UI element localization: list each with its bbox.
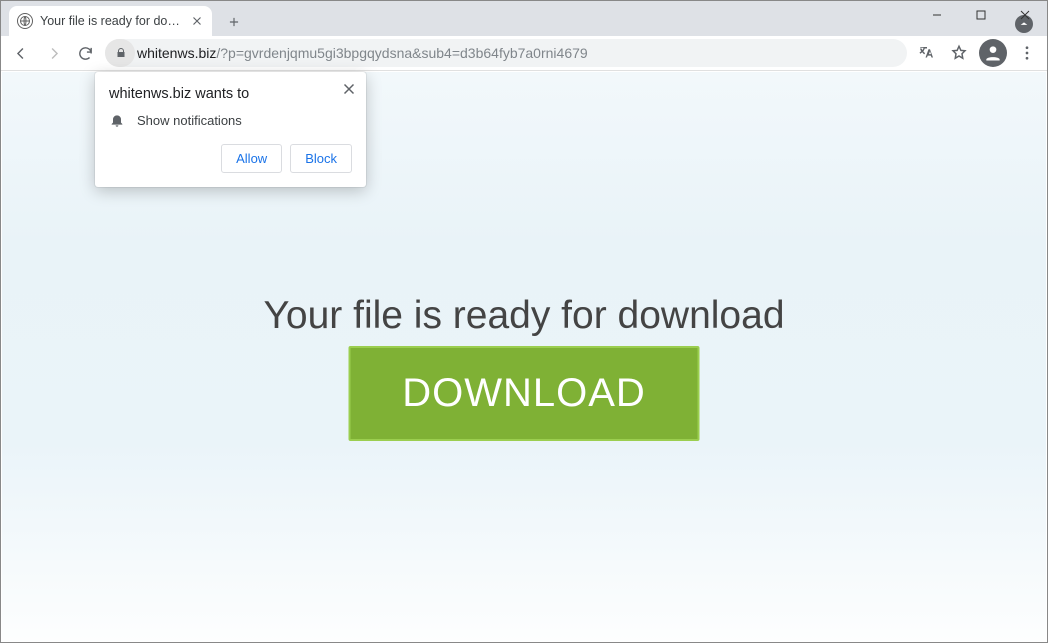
close-window-button[interactable] (1003, 1, 1047, 29)
address-bar[interactable]: whitenws.biz/?p=gvrdenjqmu5gi3bpgqydsna&… (105, 39, 907, 67)
site-info-chip[interactable] (105, 39, 135, 67)
url-path: /?p=gvrdenjqmu5gi3bpgqydsna&sub4=d3b64fy… (216, 45, 587, 61)
forward-button[interactable] (39, 39, 67, 67)
lock-icon (115, 47, 127, 59)
bookmark-icon[interactable] (945, 39, 973, 67)
minimize-button[interactable] (915, 1, 959, 29)
notification-permission-dialog: whitenws.biz wants to Show notifications… (95, 72, 366, 187)
globe-icon (17, 13, 33, 29)
browser-toolbar: whitenws.biz/?p=gvrdenjqmu5gi3bpgqydsna&… (1, 36, 1047, 71)
menu-icon[interactable] (1013, 39, 1041, 67)
new-tab-button[interactable] (220, 8, 248, 36)
tab-title: Your file is ready for download (40, 14, 183, 28)
page-headline: Your file is ready for download (2, 294, 1046, 338)
window-controls (915, 1, 1047, 29)
back-button[interactable] (7, 39, 35, 67)
permission-capability-text: Show notifications (137, 113, 242, 128)
profile-avatar[interactable] (979, 39, 1007, 67)
tab-strip: Your file is ready for download (1, 1, 1047, 36)
close-dialog-button[interactable] (340, 80, 358, 98)
url-host: whitenws.biz (137, 45, 216, 61)
reload-button[interactable] (71, 39, 99, 67)
permission-origin-text: whitenws.biz wants to (109, 86, 352, 102)
browser-tab[interactable]: Your file is ready for download (9, 6, 212, 36)
maximize-button[interactable] (959, 1, 1003, 29)
bell-icon (109, 112, 125, 128)
download-button[interactable]: DOWNLOAD (349, 346, 700, 441)
translate-icon[interactable] (913, 39, 941, 67)
close-tab-icon[interactable] (190, 14, 204, 28)
block-button[interactable]: Block (290, 144, 352, 173)
allow-button[interactable]: Allow (221, 144, 282, 173)
